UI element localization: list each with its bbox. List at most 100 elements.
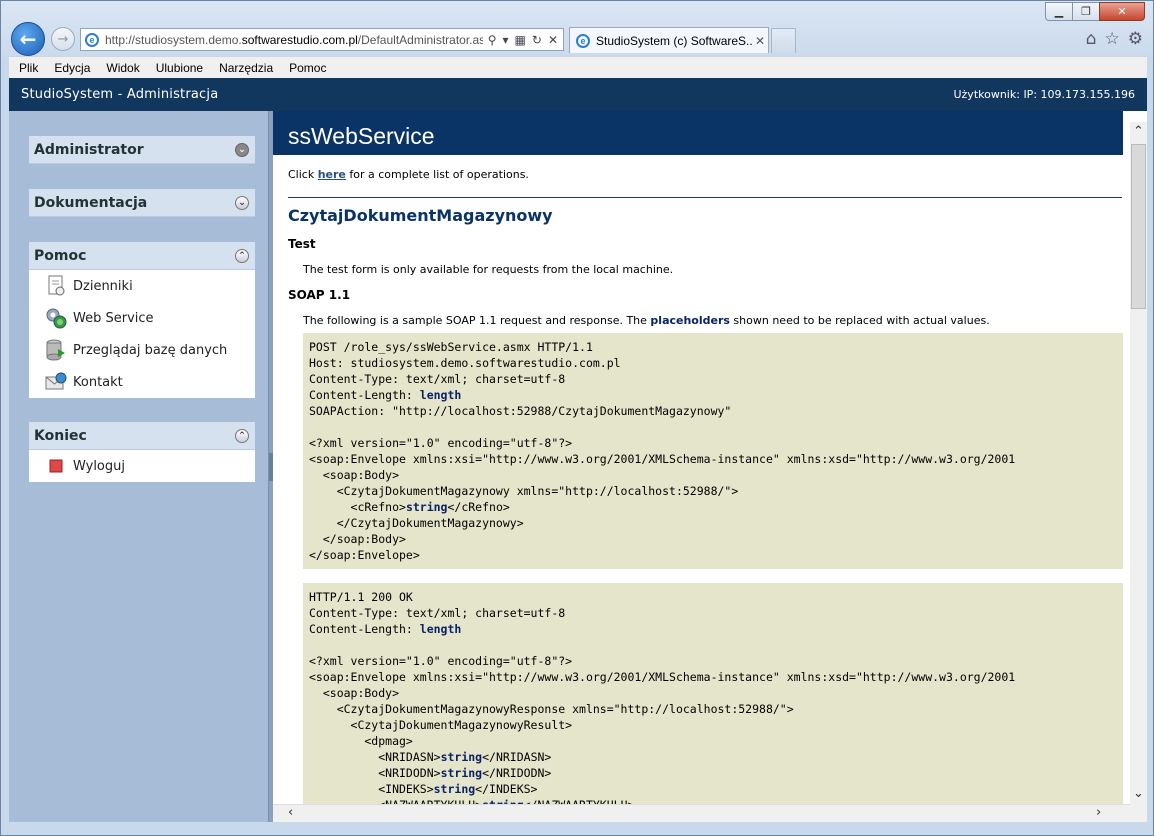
code-line: <dpmag> [309, 734, 413, 748]
back-button[interactable]: ← [11, 22, 45, 56]
vertical-scrollbar[interactable]: ⌃ ⌄ [1130, 122, 1147, 804]
sidebar-item-label: Przeglądaj bazę danych [73, 342, 228, 358]
operations-link[interactable]: here [318, 168, 346, 181]
menu-plik[interactable]: Plik [9, 61, 46, 75]
sidebar-item-label: Dzienniki [73, 278, 133, 294]
gear-icon[interactable]: ⚙ [1128, 29, 1143, 49]
code-line: Content-Type: text/xml; charset=utf-8 [309, 372, 566, 386]
scroll-right-icon[interactable]: › [1096, 805, 1101, 820]
content-frame: ssWebService Click here for a complete l… [273, 111, 1147, 822]
search-icon[interactable]: ⚲ [488, 33, 497, 47]
browser-tools: ⌂ ☆ ⚙ [1086, 29, 1143, 49]
code-line: </soap:Envelope> [309, 548, 420, 562]
minimize-button[interactable]: ▁ [1045, 2, 1072, 21]
menu-edycja[interactable]: Edycja [46, 61, 98, 75]
soap-text-bold: placeholders [650, 314, 730, 327]
address-bar[interactable]: e http://studiosystem.demo.softwarestudi… [80, 28, 564, 51]
chevron-down-icon[interactable]: ⌄ [235, 142, 249, 157]
placeholder-length: length [419, 622, 462, 636]
web-page: StudioSystem - Administracja Użytkownik:… [9, 78, 1147, 822]
browser-window: ▁ ❐ ✕ ← → e http://studiosystem.demo.sof… [0, 0, 1154, 836]
code-line: SOAPAction: "http://localhost:52988/Czyt… [309, 404, 732, 418]
compatibility-icon[interactable]: ▦ [515, 33, 526, 47]
divider [288, 197, 1122, 198]
code-line: <?xml version="1.0" encoding="utf-8"?> [309, 436, 573, 450]
soap-heading: SOAP 1.1 [288, 288, 351, 302]
tab-close-icon[interactable]: ✕ [752, 34, 768, 48]
soap-description: The following is a sample SOAP 1.1 reque… [303, 314, 1123, 327]
test-text: The test form is only available for requ… [303, 263, 674, 276]
code-line: Content-Length: [309, 388, 420, 402]
url-domain: softwarestudio.com.pl [241, 32, 358, 47]
code-line: <CzytajDokumentMagazynowyResult> [309, 718, 573, 732]
intro-text: Click here for a complete list of operat… [288, 168, 1123, 181]
app-header: StudioSystem - Administracja Użytkownik:… [9, 78, 1147, 111]
placeholder-length: length [419, 388, 462, 402]
chevron-up-icon[interactable]: ⌃ [235, 428, 249, 443]
operation-heading: CzytajDokumentMagazynowy [288, 206, 553, 225]
sidebar-item-przegladaj-baze[interactable]: Przeglądaj bazę danych [29, 334, 255, 366]
home-icon[interactable]: ⌂ [1086, 29, 1097, 49]
panel-header-koniec[interactable]: Koniec ⌃ [29, 422, 255, 450]
code-line: </INDEKS> [475, 782, 538, 796]
menu-ulubione[interactable]: Ulubione [148, 61, 211, 75]
mail-envelope-icon [45, 371, 67, 393]
placeholder-string: string [433, 782, 476, 796]
sidebar-item-web-service[interactable]: Web Service [29, 302, 255, 334]
close-window-button[interactable]: ✕ [1099, 2, 1145, 21]
chevron-up-icon[interactable]: ⌃ [235, 248, 249, 263]
sidebar-item-wyloguj[interactable]: Wyloguj [29, 450, 255, 482]
scroll-left-icon[interactable]: ‹ [288, 805, 293, 820]
favorites-star-icon[interactable]: ☆ [1105, 29, 1120, 49]
code-line: <NRIDASN> [309, 750, 441, 764]
code-line: <NRIDODN> [309, 766, 441, 780]
web-service-gear-icon [45, 307, 67, 329]
maximize-button[interactable]: ❐ [1072, 2, 1099, 21]
panel-header-dokumentacja[interactable]: Dokumentacja ⌄ [29, 189, 255, 217]
horizontal-scrollbar[interactable]: ‹ › [273, 804, 1130, 822]
forward-button[interactable]: → [51, 27, 75, 51]
content-body: Click here for a complete list of operat… [288, 155, 1123, 822]
panel-koniec: Koniec ⌃ Wyloguj [29, 422, 255, 482]
database-icon [45, 339, 67, 361]
code-line: <cRefno> [309, 500, 406, 514]
sidebar-item-dzienniki[interactable]: Dzienniki [29, 270, 255, 302]
placeholder-string: string [440, 750, 483, 764]
panel-header-administrator[interactable]: Administrator ⌄ [29, 136, 255, 164]
scroll-down-icon[interactable]: ⌄ [1130, 786, 1147, 804]
stop-icon[interactable]: ✕ [548, 33, 558, 47]
ie-page-icon: e [85, 32, 99, 47]
sidebar-item-label: Wyloguj [73, 458, 125, 474]
test-heading: Test [288, 237, 316, 251]
soap-response-sample: HTTP/1.1 200 OK Content-Type: text/xml; … [303, 583, 1123, 822]
chevron-down-icon[interactable]: ⌄ [235, 195, 249, 210]
sidebar-item-kontakt[interactable]: Kontakt [29, 366, 255, 398]
new-tab-button[interactable] [771, 28, 796, 53]
code-line: </soap:Body> [309, 532, 406, 546]
code-line: <soap:Body> [309, 468, 400, 482]
code-line: </NRIDASN> [482, 750, 552, 764]
scroll-up-icon[interactable]: ⌃ [1130, 124, 1147, 142]
url-text[interactable]: http://studiosystem.demo.softwarestudio.… [105, 33, 483, 47]
menu-widok[interactable]: Widok [98, 61, 147, 75]
browser-tab[interactable]: e StudioSystem (c) SoftwareS... ✕ [569, 27, 769, 53]
log-document-icon [45, 275, 67, 297]
address-bar-buttons: ⚲ ▾ ▦ ↻ ✕ [483, 33, 563, 47]
code-line: </cRefno> [447, 500, 510, 514]
panel-header-pomoc[interactable]: Pomoc ⌃ [29, 242, 255, 270]
sidebar-item-label: Kontakt [73, 374, 123, 390]
dropdown-icon[interactable]: ▾ [503, 33, 509, 47]
menu-pomoc[interactable]: Pomoc [281, 61, 334, 75]
code-line: <CzytajDokumentMagazynowyResponse xmlns=… [309, 702, 794, 716]
panel-title: Administrator [34, 141, 144, 158]
menu-narzedzia[interactable]: Narzędzia [211, 61, 281, 75]
menu-bar: Plik Edycja Widok Ulubione Narzędzia Pom… [9, 56, 1147, 78]
url-path: /DefaultAdministrator.as [357, 32, 483, 47]
code-line: <CzytajDokumentMagazynowy xmlns="http://… [309, 484, 739, 498]
refresh-icon[interactable]: ↻ [532, 33, 542, 47]
ie-tab-icon: e [576, 33, 590, 48]
sidebar-item-label: Web Service [73, 310, 154, 326]
tab-title: StudioSystem (c) SoftwareS... [596, 33, 752, 48]
panel-administrator: Administrator ⌄ [29, 136, 255, 164]
vertical-scroll-thumb[interactable] [1131, 144, 1146, 309]
